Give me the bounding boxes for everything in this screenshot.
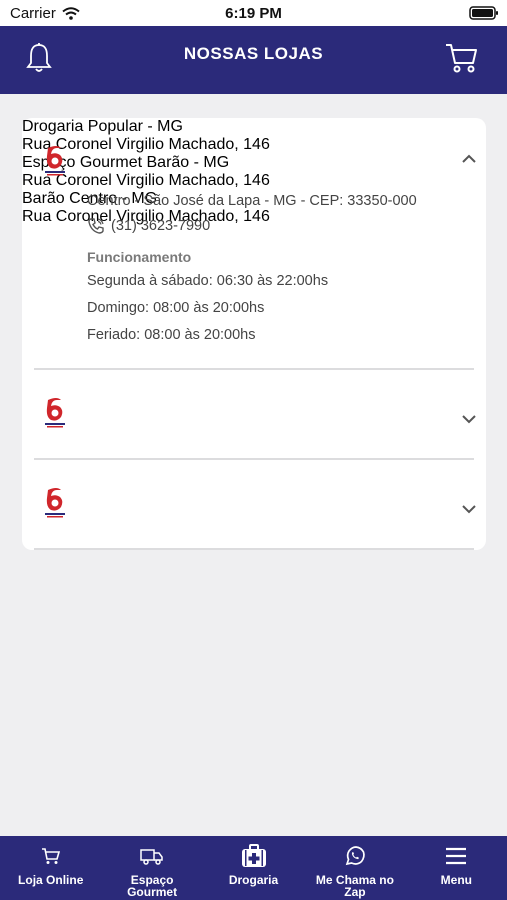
truck-icon [140, 849, 163, 865]
divider [34, 368, 474, 370]
store-phone-number[interactable]: (31) 3623-7990 [111, 218, 210, 234]
tab-label: Drogaria [228, 873, 279, 887]
store-phone[interactable]: (31) 3623-7990 [87, 217, 210, 235]
hours-line: Segunda à sábado: 06:30 às 22:00hs [87, 273, 329, 289]
page-title: NOSSAS LOJAS [183, 44, 324, 63]
whatsapp-icon [345, 846, 365, 866]
tab-espaco-gourmet[interactable]: Espaço Gourmet [101, 836, 202, 900]
divider [34, 548, 474, 550]
status-bar: Carrier 6:19 PM [0, 0, 507, 26]
store-logo [45, 146, 65, 176]
app-header: NOSSAS LOJAS [0, 26, 507, 94]
hours-line: Feriado: 08:00 às 20:00hs [87, 327, 256, 343]
tab-label: Espaço Gourmet [127, 873, 178, 899]
tab-loja-online[interactable]: Loja Online [0, 836, 101, 900]
bottom-tab-bar: Loja Online Espaço Gourmet Drogaria Me C… [0, 836, 507, 900]
store-name[interactable]: Espaço Gourmet Barão - MG [22, 154, 486, 172]
tab-label: Loja Online [18, 873, 84, 887]
cart-icon[interactable] [445, 42, 479, 74]
tab-menu[interactable]: Menu [406, 836, 507, 900]
hours-line: Domingo: 08:00 às 20:00hs [87, 300, 265, 316]
store-logo [45, 488, 65, 518]
tab-label: Me Chama no Zap [315, 873, 394, 899]
cart-icon [41, 848, 60, 864]
chevron-up-icon[interactable] [462, 154, 476, 164]
clock: 6:19 PM [225, 5, 282, 22]
tab-drogaria[interactable]: Drogaria [203, 836, 304, 900]
chevron-down-icon[interactable] [462, 504, 476, 514]
battery-icon [469, 6, 498, 20]
store-name[interactable]: Drogaria Popular - MG [22, 118, 486, 136]
phone-icon [88, 218, 104, 234]
hours-heading: Funcionamento [87, 249, 192, 265]
medkit-icon [241, 844, 266, 867]
menu-icon [446, 847, 467, 865]
store-item[interactable]: Drogaria Popular - MG Rua Coronel Virgil… [22, 118, 486, 343]
store-item[interactable]: Espaço Gourmet Barão - MG Rua Coronel Vi… [22, 154, 486, 428]
tab-label: Menu [440, 873, 472, 887]
tab-me-chama-no-zap[interactable]: Me Chama no Zap [304, 836, 405, 900]
store-address: Rua Coronel Virgilio Machado, 146 [22, 136, 270, 153]
store-list: Drogaria Popular - MG Rua Coronel Virgil… [22, 118, 486, 550]
chevron-down-icon[interactable] [462, 414, 476, 424]
store-address: Rua Coronel Virgilio Machado, 146 [22, 172, 270, 189]
store-logo [45, 398, 65, 428]
divider [34, 458, 474, 460]
store-district: Centro - São José da Lapa - MG - CEP: 33… [87, 193, 417, 209]
